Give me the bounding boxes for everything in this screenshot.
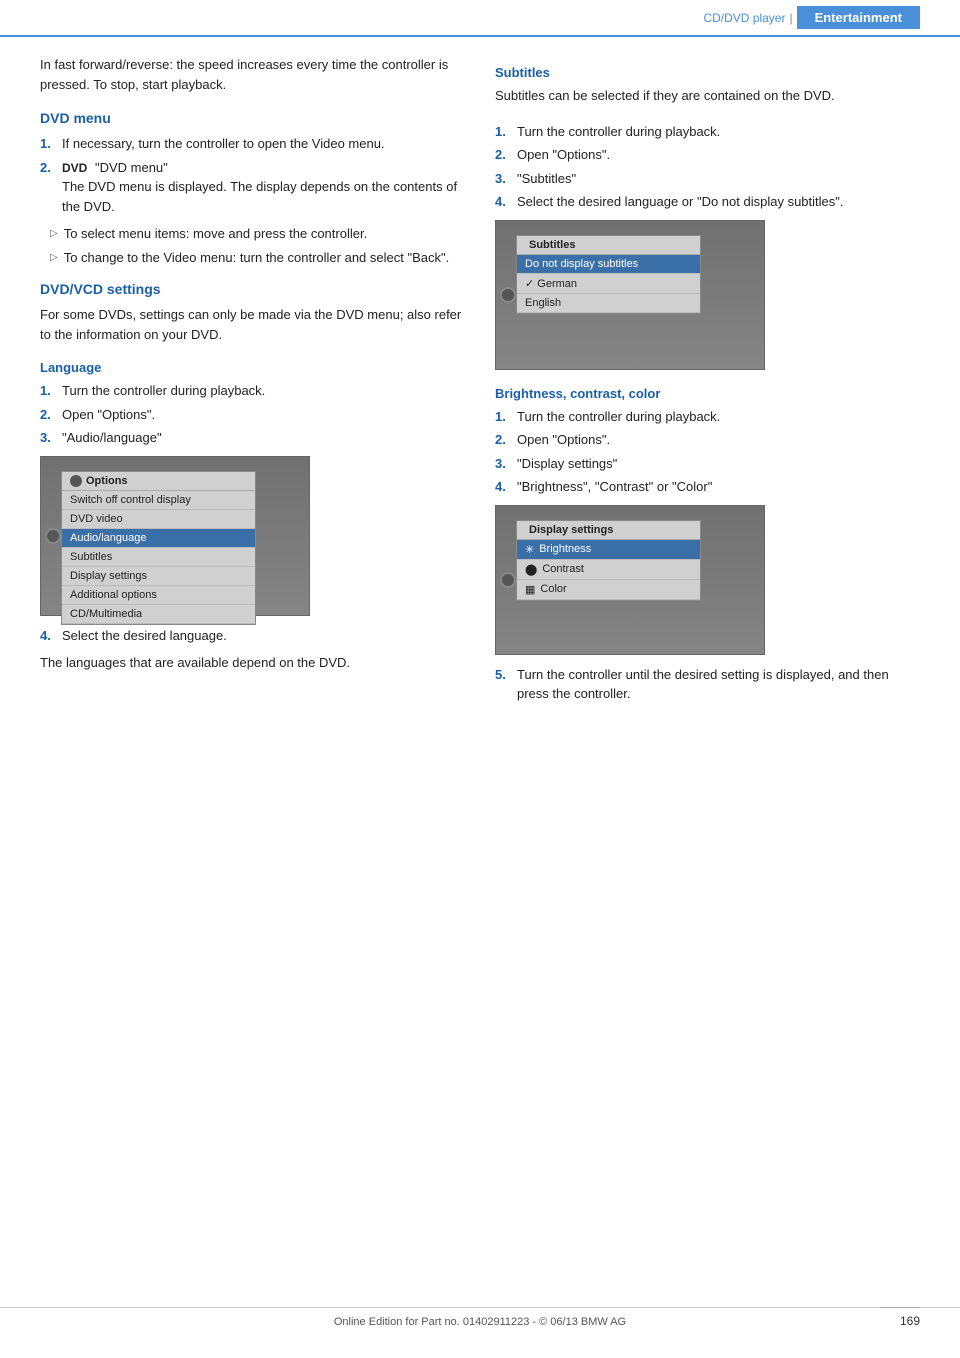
options-item-6: Additional options <box>62 586 255 605</box>
options-item-7: CD/Multimedia <box>62 605 255 624</box>
brightness-step5: 5. Turn the controller until the desired… <box>495 665 920 704</box>
options-screenshot: Options Switch off control display DVD v… <box>40 456 310 616</box>
left-column: In fast forward/reverse: the speed incre… <box>40 55 465 712</box>
bright-step-1: 1. Turn the controller during playback. <box>495 407 920 427</box>
disp-item-3: ▦ Color <box>517 580 700 600</box>
subtitles-menu-title: Subtitles <box>517 236 700 255</box>
display-menu-title: Display settings <box>517 521 700 540</box>
options-icon <box>70 475 82 487</box>
display-menu: Display settings ✳ Brightness ⬤ Contrast… <box>516 520 701 601</box>
header-divider: | <box>789 11 792 25</box>
controller-knob-disp <box>500 572 516 588</box>
sub-item-2: ✓ German <box>517 274 700 294</box>
language-step4: 4. Select the desired language. <box>40 626 465 646</box>
bright-step-4: 4. "Brightness", "Contrast" or "Color" <box>495 477 920 497</box>
contrast-icon: ⬤ <box>525 563 537 576</box>
sub-step-2: 2. Open "Options". <box>495 145 920 165</box>
sub-step-3: 3. "Subtitles" <box>495 169 920 189</box>
bright-step-5: 5. Turn the controller until the desired… <box>495 665 920 704</box>
disp-item-2: ⬤ Contrast <box>517 560 700 580</box>
page-container: CD/DVD player | Entertainment In fast fo… <box>0 0 960 1358</box>
options-item-1: Switch off control display <box>62 491 255 510</box>
language-steps: 1. Turn the controller during playback. … <box>40 381 465 448</box>
disp-item-1: ✳ Brightness <box>517 540 700 560</box>
brightness-steps: 1. Turn the controller during playback. … <box>495 407 920 497</box>
subtitles-screenshot: Subtitles Do not display subtitles ✓ Ger… <box>495 220 765 370</box>
dvd-bullets: To select menu items: move and press the… <box>40 224 465 267</box>
language-subheading: Language <box>40 360 465 375</box>
controller-knob-sub <box>500 287 516 303</box>
options-item-3: Audio/language <box>62 529 255 548</box>
header-section-label: CD/DVD player <box>703 11 785 25</box>
subtitles-heading: Subtitles <box>495 65 920 80</box>
sub-item-3: English <box>517 294 700 313</box>
content-area: In fast forward/reverse: the speed incre… <box>0 55 960 712</box>
right-column: Subtitles Subtitles can be selected if t… <box>495 55 920 712</box>
dvd-vcd-intro: For some DVDs, settings can only be made… <box>40 305 465 344</box>
intro-text: In fast forward/reverse: the speed incre… <box>40 55 465 94</box>
lang-step-4: 4. Select the desired language. <box>40 626 465 646</box>
subtitles-intro: Subtitles can be selected if they are co… <box>495 86 920 106</box>
sub-item-1: Do not display subtitles <box>517 255 700 274</box>
lang-step-1: 1. Turn the controller during playback. <box>40 381 465 401</box>
display-screenshot: Display settings ✳ Brightness ⬤ Contrast… <box>495 505 765 655</box>
dvd-step-2: 2. DVD "DVD menu"The DVD menu is display… <box>40 158 465 217</box>
sun-icon: ✳ <box>525 543 534 556</box>
dvd-icon: DVD <box>62 159 87 177</box>
dvd-menu-steps: 1. If necessary, turn the controller to … <box>40 134 465 216</box>
options-item-5: Display settings <box>62 567 255 586</box>
page-footer: Online Edition for Part no. 01402911223 … <box>0 1307 960 1328</box>
options-item-2: DVD video <box>62 510 255 529</box>
options-menu: Options Switch off control display DVD v… <box>61 471 256 625</box>
sub-step-1: 1. Turn the controller during playback. <box>495 122 920 142</box>
dvd-bullet-1: To select menu items: move and press the… <box>40 224 465 244</box>
lang-step-2: 2. Open "Options". <box>40 405 465 425</box>
lang-step-3: 3. "Audio/language" <box>40 428 465 448</box>
dvd-vcd-heading: DVD/VCD settings <box>40 281 465 297</box>
color-icon: ▦ <box>525 583 535 596</box>
footer-text: Online Edition for Part no. 01402911223 … <box>334 1316 626 1328</box>
bright-step-3: 3. "Display settings" <box>495 454 920 474</box>
dvd-menu-heading: DVD menu <box>40 110 465 126</box>
sub-step-4: 4. Select the desired language or "Do no… <box>495 192 920 212</box>
bright-step-2: 2. Open "Options". <box>495 430 920 450</box>
options-menu-title: Options <box>62 472 255 491</box>
subtitles-steps: 1. Turn the controller during playback. … <box>495 122 920 212</box>
subtitles-menu: Subtitles Do not display subtitles ✓ Ger… <box>516 235 701 314</box>
options-item-4: Subtitles <box>62 548 255 567</box>
language-note: The languages that are available depend … <box>40 653 465 673</box>
dvd-bullet-2: To change to the Video menu: turn the co… <box>40 248 465 268</box>
brightness-heading: Brightness, contrast, color <box>495 386 920 401</box>
dvd-step-1: 1. If necessary, turn the controller to … <box>40 134 465 154</box>
header-active-label: Entertainment <box>797 6 920 29</box>
header-bar: CD/DVD player | Entertainment <box>0 0 960 37</box>
controller-knob-left <box>45 528 61 544</box>
page-number: 169 <box>880 1307 920 1328</box>
